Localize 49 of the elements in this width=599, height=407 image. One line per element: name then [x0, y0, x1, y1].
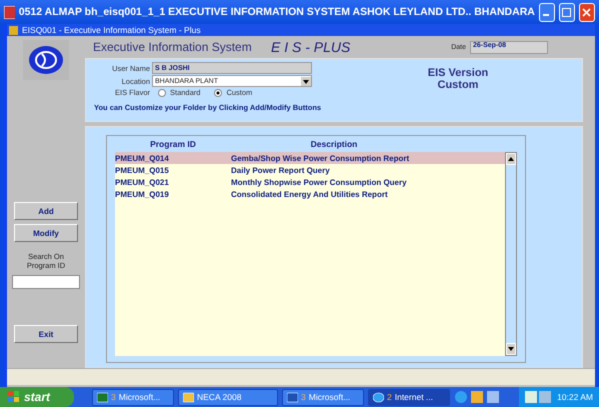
caret-icon: [301, 76, 311, 86]
close-icon: [582, 8, 592, 16]
version-title: EIS Version: [428, 67, 488, 79]
add-button[interactable]: Add: [14, 202, 78, 220]
taskbar-button[interactable]: 2 Internet ...: [368, 388, 450, 406]
program-row[interactable]: PMEUM_Q021 Monthly Shopwise Power Consumption Query: [115, 176, 505, 188]
start-button[interactable]: start: [0, 387, 74, 407]
down-arrow-icon: [508, 347, 514, 351]
table-cell: Gemba/Shop Wise Power Consumption Report: [231, 154, 410, 162]
quick-launch-icons[interactable]: [454, 390, 500, 404]
up-arrow-icon: [508, 157, 514, 161]
column-header: Description: [310, 139, 358, 149]
program-row[interactable]: PMEUM_Q019 Consolidated Energy And Utilities Report: [115, 188, 505, 200]
taskbar-button[interactable]: NECA 2008: [178, 388, 278, 406]
minimize-button[interactable]: [538, 2, 555, 22]
version-value: Custom: [438, 79, 478, 91]
program-row[interactable]: PMEUM_Q014 Gemba/Shop Wise Power Consumption Report: [115, 152, 505, 164]
table-cell: Daily Power Report Query: [231, 166, 330, 174]
clock: 10:22 AM: [557, 392, 593, 402]
document-icon: [97, 392, 108, 402]
windows-flag-icon: [8, 391, 20, 403]
table-cell-text: PMEUM_Q019: [115, 190, 170, 198]
exit-button[interactable]: Exit: [14, 325, 78, 343]
app-icon: [4, 6, 15, 18]
table-cell-text: PMEUM_Q015: [115, 166, 170, 174]
search-field[interactable]: [12, 275, 80, 289]
maximize-icon: [562, 8, 572, 16]
taskbar-button[interactable]: 3 Microsoft...: [282, 388, 364, 406]
program-row[interactable]: PMEUM_Q015 Daily Power Report Query: [115, 164, 505, 176]
table-cell-text: PMEUM_Q014: [115, 154, 170, 162]
table-cell-text: PMEUM_Q021: [115, 178, 170, 186]
close-button[interactable]: [578, 2, 596, 22]
table-cell: Monthly Shopwise Power Consumption Query: [231, 178, 407, 186]
document-icon: [287, 392, 298, 402]
scrollbar[interactable]: [505, 152, 517, 356]
product-title: E I S - PLUS: [271, 39, 352, 55]
column-header: Program ID: [149, 139, 197, 149]
form-icon: [9, 26, 18, 34]
globe-icon: [373, 392, 384, 402]
form-title: EISQ001 - Executive Information System - Plus: [22, 25, 201, 35]
modify-button[interactable]: Modify: [14, 224, 78, 242]
folder-icon: [183, 392, 194, 402]
logo: [23, 40, 69, 80]
table-cell: Consolidated Energy And Utilities Report: [231, 190, 388, 198]
window-title: 0512 ALMAP bh_eisq001_1_1 EXECUTIVE INFORMATION SYSTEM ASHOK LEYLAND LTD.. BHANDARA: [18, 6, 535, 18]
maximize-button[interactable]: [558, 2, 575, 22]
system-name: Executive Information System: [93, 40, 253, 54]
taskbar-button[interactable]: 3 Microsoft...: [92, 388, 174, 406]
tray-icons: [525, 391, 552, 403]
